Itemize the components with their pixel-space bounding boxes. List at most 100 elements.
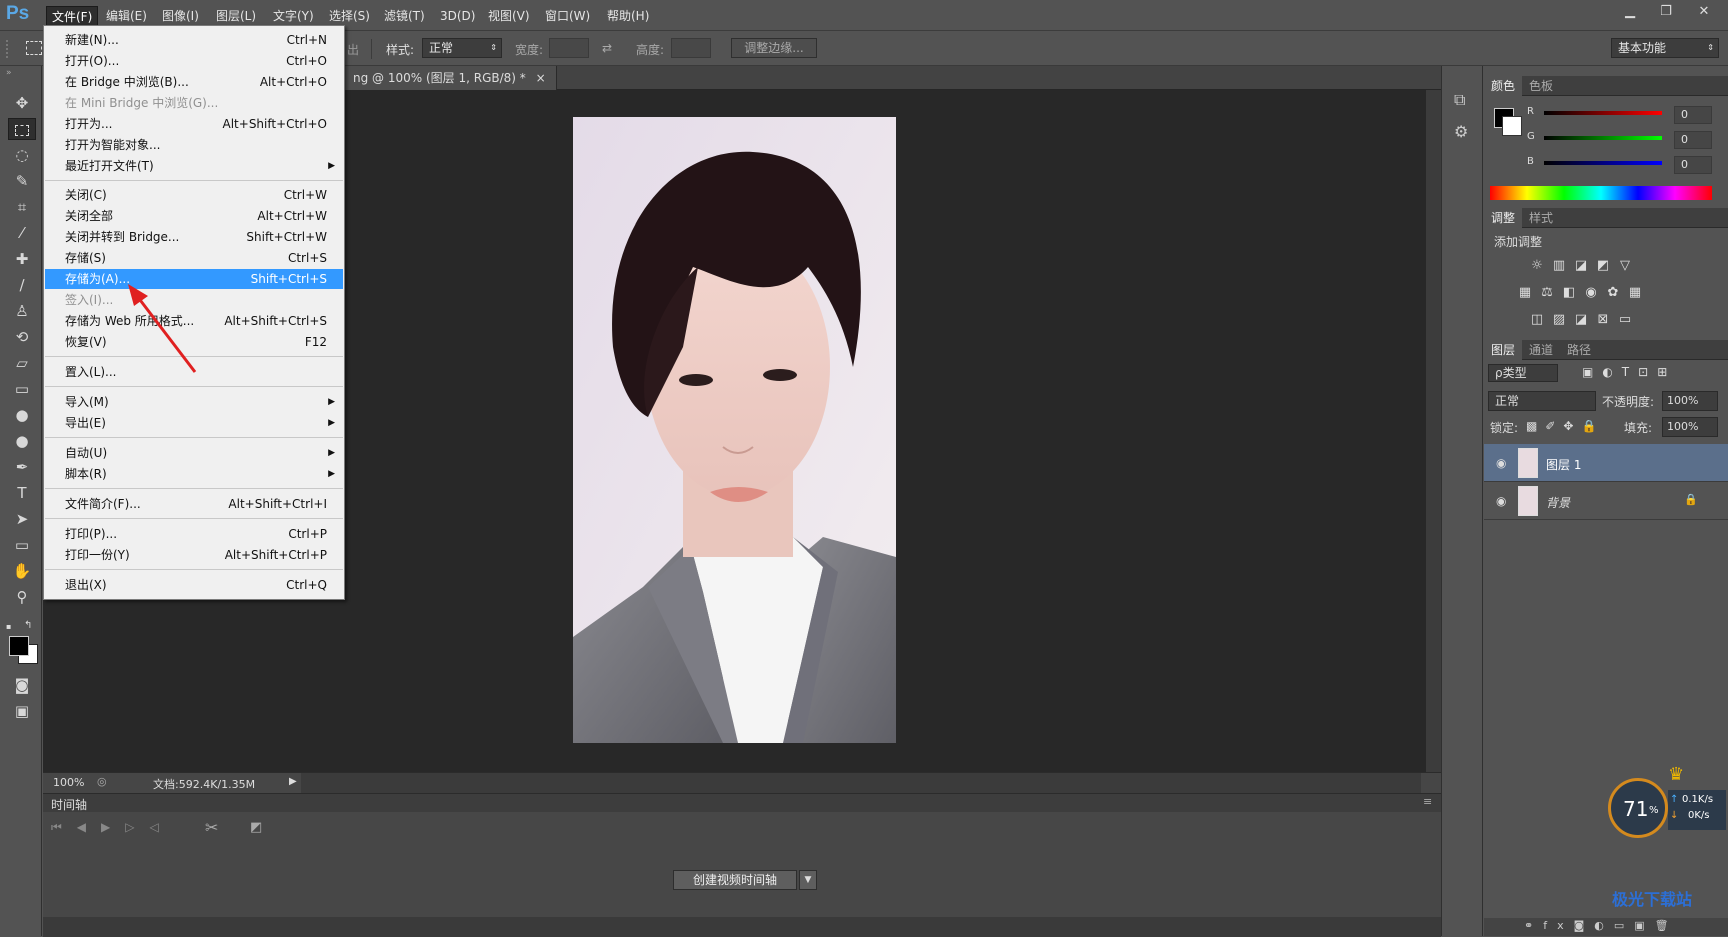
vibrance-icon[interactable]: ▽ <box>1616 259 1634 273</box>
close-window-button[interactable]: ✕ <box>1688 2 1720 22</box>
levels-icon[interactable]: ▥ <box>1550 259 1568 273</box>
menu-item-scripts[interactable]: 脚本(R) ▶ <box>45 464 343 484</box>
photo-filter-icon[interactable]: ◉ <box>1582 286 1600 300</box>
tab-channels[interactable]: 通道 <box>1522 340 1560 360</box>
transition-icon[interactable]: ◩ <box>250 820 262 835</box>
menu-item-automate[interactable]: 自动(U) ▶ <box>45 443 343 463</box>
shape-tool-icon[interactable]: ▭ <box>8 534 36 556</box>
scissors-icon[interactable]: ✂ <box>205 818 218 837</box>
color-balance-icon[interactable]: ⚖ <box>1538 286 1556 300</box>
menu-file[interactable]: 文件(F) <box>46 6 99 26</box>
type-tool-icon[interactable]: T <box>8 482 36 504</box>
green-slider[interactable] <box>1544 136 1662 140</box>
menu-item-file-info[interactable]: 文件简介(F)... Alt+Shift+Ctrl+I <box>45 494 343 514</box>
menu-item-import[interactable]: 导入(M) ▶ <box>45 392 343 412</box>
menu-item-browse-bridge[interactable]: 在 Bridge 中浏览(B)... Alt+Ctrl+O <box>45 72 343 92</box>
create-video-timeline-button[interactable]: 创建视频时间轴 <box>673 870 797 890</box>
menu-item-open-smart-object[interactable]: 打开为智能对象... <box>45 135 343 155</box>
invert-icon[interactable]: ◫ <box>1528 313 1546 327</box>
menu-layer[interactable]: 图层(L) <box>211 6 261 26</box>
tab-styles[interactable]: 样式 <box>1522 208 1560 228</box>
menu-item-export[interactable]: 导出(E) ▶ <box>45 413 343 433</box>
color-lookup-icon[interactable]: ▦ <box>1626 286 1644 300</box>
menu-image[interactable]: 图像(I) <box>157 6 204 26</box>
workspace-select[interactable]: 基本功能 ⇕ <box>1611 38 1719 58</box>
menu-item-close[interactable]: 关闭(C) Ctrl+W <box>45 185 343 205</box>
red-value[interactable]: 0 <box>1674 106 1712 124</box>
swap-colors-icon[interactable]: ↰ <box>24 620 32 631</box>
pen-tool-icon[interactable]: ✒ <box>8 456 36 478</box>
blur-tool-icon[interactable]: ● <box>8 404 36 426</box>
curves-icon[interactable]: ◪ <box>1572 259 1590 273</box>
tab-swatches[interactable]: 色板 <box>1522 76 1560 96</box>
menu-item-close-all[interactable]: 关闭全部 Alt+Ctrl+W <box>45 206 343 226</box>
layer-footer-icons[interactable]: ⚭fx◙◐▭▣🗑 <box>1524 919 1679 932</box>
vertical-scrollbar[interactable] <box>1426 90 1441 772</box>
blend-mode-select[interactable]: 正常 <box>1488 391 1596 411</box>
menu-window[interactable]: 窗口(W) <box>540 6 595 26</box>
menu-item-print-one-copy[interactable]: 打印一份(Y) Alt+Shift+Ctrl+P <box>45 545 343 565</box>
tab-paths[interactable]: 路径 <box>1560 340 1598 360</box>
blue-value[interactable]: 0 <box>1674 156 1712 174</box>
menu-type[interactable]: 文字(Y) <box>268 6 319 26</box>
history-brush-tool-icon[interactable]: ⟲ <box>8 326 36 348</box>
quick-mask-icon[interactable]: ◙ <box>8 674 36 696</box>
layer-row-background[interactable]: ◉ 背景 🔒 <box>1484 482 1728 520</box>
playback-controls[interactable]: ⏮◀▶▷◁ <box>51 820 174 835</box>
dodge-tool-icon[interactable]: ● <box>8 430 36 452</box>
healing-brush-tool-icon[interactable]: ✚ <box>8 248 36 270</box>
lock-icons[interactable]: ▩✐✥🔒 <box>1526 419 1604 433</box>
properties-icon[interactable]: ⚙ <box>1454 122 1468 141</box>
panel-menu-icon[interactable]: ≡ <box>1423 795 1432 808</box>
menu-item-open[interactable]: 打开(O)... Ctrl+O <box>45 51 343 71</box>
crop-tool-icon[interactable]: ⌗ <box>8 196 36 218</box>
path-select-tool-icon[interactable]: ➤ <box>8 508 36 530</box>
opacity-field[interactable]: 100% <box>1662 391 1718 411</box>
black-white-icon[interactable]: ◧ <box>1560 286 1578 300</box>
width-field[interactable] <box>549 38 589 58</box>
move-tool-icon[interactable]: ✥ <box>8 92 36 114</box>
history-icon[interactable]: ⧉ <box>1454 90 1465 110</box>
tab-adjustments[interactable]: 调整 <box>1484 208 1523 228</box>
exposure-icon[interactable]: ◩ <box>1594 259 1612 273</box>
timeline-dropdown-icon[interactable]: ▼ <box>799 870 817 890</box>
posterize-icon[interactable]: ▨ <box>1550 313 1568 327</box>
menu-edit[interactable]: 编辑(E) <box>101 6 152 26</box>
gradient-tool-icon[interactable]: ▭ <box>8 378 36 400</box>
color-spectrum-bar[interactable] <box>1490 186 1712 200</box>
selective-color-icon[interactable]: ⊠ <box>1594 313 1612 327</box>
quick-select-tool-icon[interactable]: ✎ <box>8 170 36 192</box>
layer-filter-select[interactable]: ρ类型 <box>1488 364 1558 382</box>
blue-slider[interactable] <box>1544 161 1662 165</box>
eye-icon[interactable]: ◉ <box>1496 494 1506 508</box>
menu-item-save[interactable]: 存储(S) Ctrl+S <box>45 248 343 268</box>
menu-item-print[interactable]: 打印(P)... Ctrl+P <box>45 524 343 544</box>
lasso-tool-icon[interactable]: ◌ <box>8 144 36 166</box>
hand-tool-icon[interactable]: ✋ <box>8 560 36 582</box>
zoom-level[interactable]: 100% <box>53 776 84 789</box>
layer-filter-icons[interactable]: ▣◐T⊡⊞ <box>1582 365 1676 379</box>
clone-stamp-tool-icon[interactable]: ♙ <box>8 300 36 322</box>
marquee-icon[interactable] <box>26 41 42 55</box>
menu-item-new[interactable]: 新建(N)... Ctrl+N <box>45 30 343 50</box>
menu-item-recent-files[interactable]: 最近打开文件(T) ▶ <box>45 156 343 176</box>
horizontal-scrollbar[interactable] <box>301 773 1421 793</box>
menu-3d[interactable]: 3D(D) <box>435 6 480 26</box>
close-tab-icon[interactable]: × <box>536 71 546 85</box>
maximize-button[interactable]: ❐ <box>1650 2 1682 22</box>
brush-tool-icon[interactable]: ∕ <box>8 274 36 296</box>
tab-color[interactable]: 颜色 <box>1484 76 1523 96</box>
collapse-icon[interactable]: » <box>6 68 12 78</box>
eyedropper-tool-icon[interactable]: ⁄ <box>8 222 36 244</box>
menu-item-close-go-bridge[interactable]: 关闭并转到 Bridge... Shift+Ctrl+W <box>45 227 343 247</box>
rect-marquee-tool-icon[interactable] <box>8 118 36 140</box>
status-menu-arrow-icon[interactable]: ▶ <box>289 776 297 787</box>
brightness-icon[interactable]: ☼ <box>1528 259 1546 273</box>
eye-icon[interactable]: ◉ <box>1496 456 1506 470</box>
foreground-color-swatch[interactable] <box>9 636 29 656</box>
cpu-gauge[interactable]: 71 % <box>1608 778 1668 838</box>
menu-help[interactable]: 帮助(H) <box>602 6 654 26</box>
threshold-icon[interactable]: ◪ <box>1572 313 1590 327</box>
menu-view[interactable]: 视图(V) <box>483 6 535 26</box>
height-field[interactable] <box>671 38 711 58</box>
